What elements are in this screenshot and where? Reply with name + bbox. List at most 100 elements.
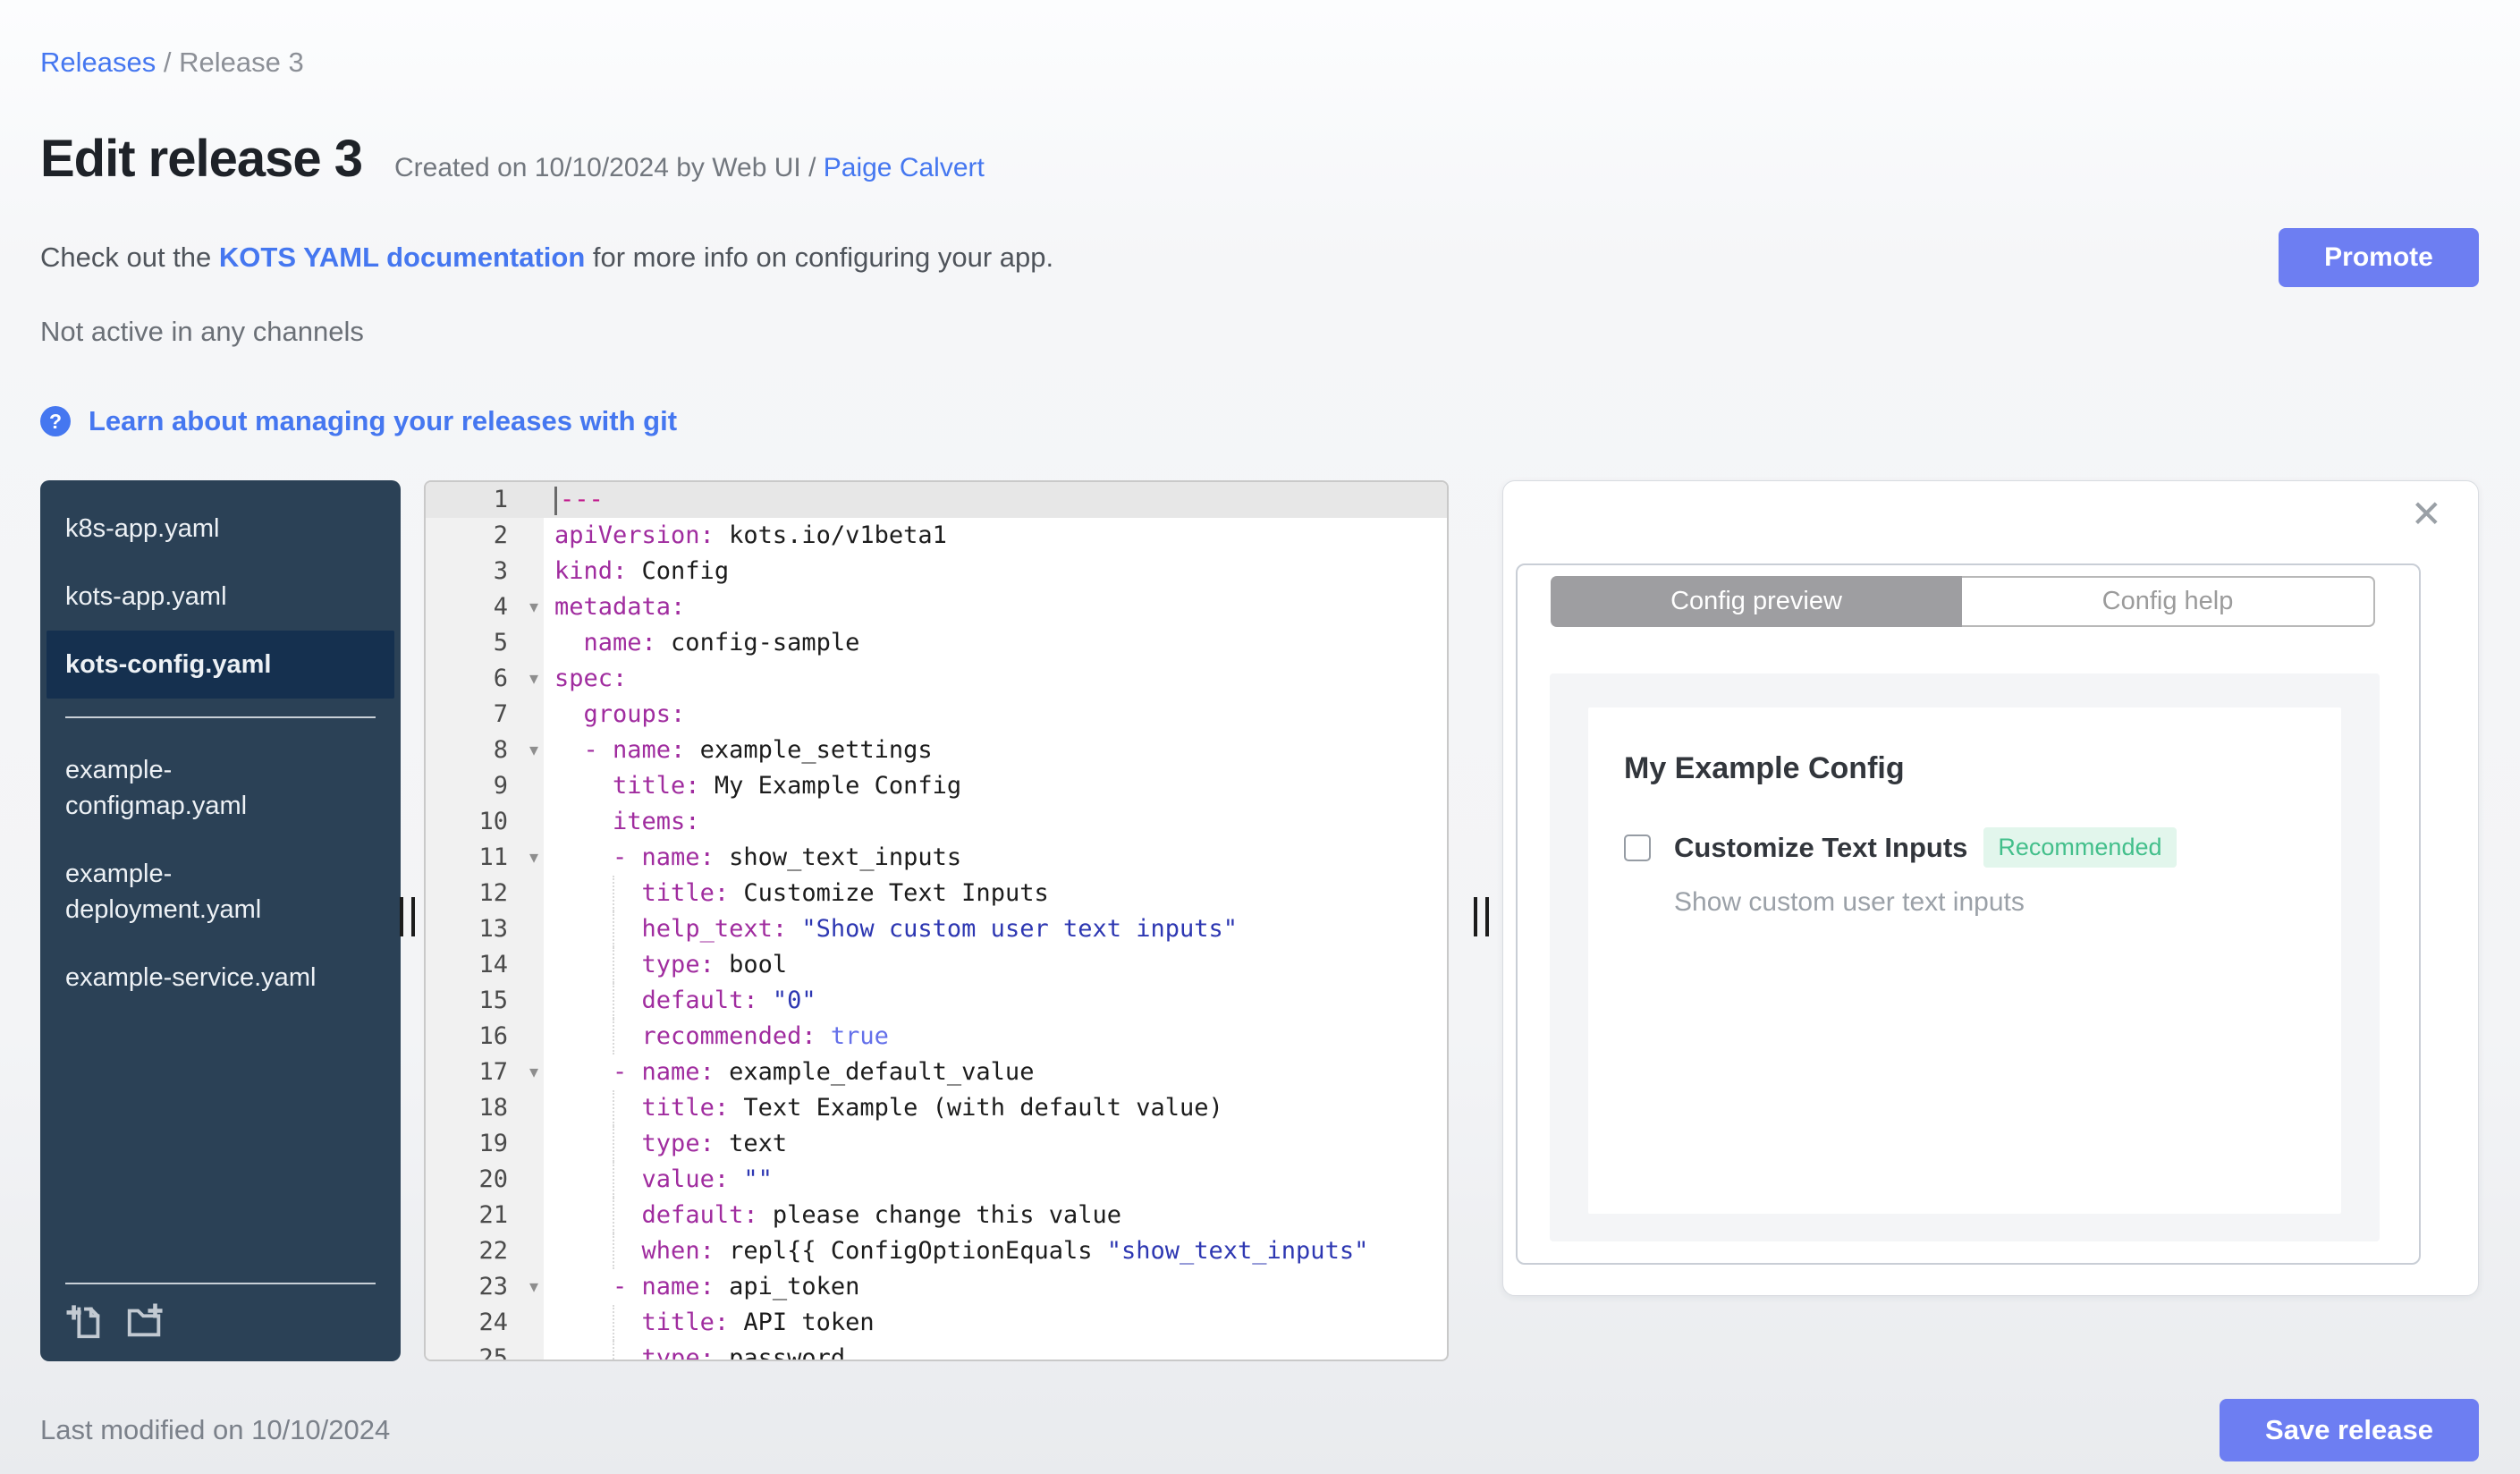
config-group-title: My Example Config: [1624, 751, 1905, 785]
new-folder-button[interactable]: [124, 1300, 165, 1342]
question-mark-icon: ?: [40, 406, 71, 436]
code-line-24[interactable]: 24 title: API token: [426, 1305, 1447, 1341]
code-text: value: "": [544, 1162, 1447, 1198]
kots-yaml-doc-link[interactable]: KOTS YAML documentation: [219, 241, 585, 273]
chevron-down-icon[interactable]: ▾: [529, 733, 538, 768]
sidebar-file-example-deployment-yaml[interactable]: example- deployment.yaml: [40, 840, 401, 944]
workspace: k8s-app.yaml kots-app.yaml kots-config.yam…: [40, 480, 2479, 1361]
line-number: 1: [426, 482, 544, 518]
code-text: default: "0": [544, 983, 1447, 1019]
code-line-19[interactable]: 19 type: text: [426, 1126, 1447, 1162]
chevron-down-icon[interactable]: ▾: [529, 1055, 538, 1090]
code-line-4[interactable]: 4 ▾ metadata:: [426, 589, 1447, 625]
sidebar-file-kots-app-yaml[interactable]: kots-app.yaml: [40, 563, 401, 631]
code-editor[interactable]: 1 --- 2 apiVersion: kots.io/v1beta1 3 kind: C…: [424, 480, 1449, 1361]
customize-text-inputs-checkbox[interactable]: [1624, 834, 1651, 861]
line-number: 15: [426, 983, 544, 1019]
config-panel-inner: Config preview Config help My Example Co…: [1516, 563, 2421, 1265]
config-preview-card: My Example Config Customize Text Inputs …: [1588, 707, 2341, 1214]
chevron-down-icon[interactable]: ▾: [529, 589, 538, 625]
code-line-13[interactable]: 13 help_text: "Show custom user text inp…: [426, 911, 1447, 947]
save-release-button[interactable]: Save release: [2220, 1399, 2479, 1461]
code-line-8[interactable]: 8 ▾ - name: example_settings: [426, 733, 1447, 768]
resize-handle-left[interactable]: [400, 897, 415, 936]
tab-config-help[interactable]: Config help: [1962, 576, 2375, 627]
code-text: ---: [544, 482, 1447, 518]
line-number: 4 ▾: [426, 589, 544, 625]
line-number: 23 ▾: [426, 1269, 544, 1305]
code-text: groups:: [583, 700, 686, 728]
last-modified-text: Last modified on 10/10/2024: [40, 1414, 391, 1445]
code-line-23[interactable]: 23 ▾ - name: api_token: [426, 1269, 1447, 1305]
breadcrumb-separator: /: [156, 47, 180, 78]
config-panel: ✕ Config preview Config help My Example …: [1502, 480, 2479, 1296]
chevron-down-icon[interactable]: ▾: [529, 1269, 538, 1305]
sidebar-file-example-service-yaml[interactable]: example-service.yaml: [40, 944, 401, 1012]
code-line-3[interactable]: 3 kind: Config: [426, 554, 1447, 589]
line-number: 21: [426, 1198, 544, 1233]
author-link[interactable]: Paige Calvert: [824, 153, 985, 182]
line-number: 5: [426, 625, 544, 661]
code-line-17[interactable]: 17 ▾ - name: example_default_value: [426, 1055, 1447, 1090]
text-cursor: [554, 486, 557, 515]
sidebar-file-k8s-app-yaml[interactable]: k8s-app.yaml: [40, 495, 401, 563]
code-text: spec:: [554, 665, 628, 692]
sidebar-file-kots-config-yaml[interactable]: kots-config.yaml: [47, 631, 394, 699]
code-text: name: config-sample: [583, 629, 860, 657]
code-text: items:: [613, 808, 700, 835]
chevron-down-icon[interactable]: ▾: [529, 840, 538, 876]
code-line-2[interactable]: 2 apiVersion: kots.io/v1beta1: [426, 518, 1447, 554]
recommended-badge: Recommended: [1983, 827, 2177, 868]
code-line-9[interactable]: 9 title: My Example Config: [426, 768, 1447, 804]
code-line-5[interactable]: 5 name: config-sample: [426, 625, 1447, 661]
doc-prefix: Check out the: [40, 241, 219, 273]
code-line-18[interactable]: 18 title: Text Example (with default val…: [426, 1090, 1447, 1126]
code-line-6[interactable]: 6 ▾ spec:: [426, 661, 1447, 697]
code-text: help_text: "Show custom user text inputs…: [544, 911, 1447, 947]
git-row: ? Learn about managing your releases wit…: [40, 405, 2479, 437]
code-line-14[interactable]: 14 type: bool: [426, 947, 1447, 983]
line-number: 6 ▾: [426, 661, 544, 697]
code-line-12[interactable]: 12 title: Customize Text Inputs: [426, 876, 1447, 911]
git-releases-link[interactable]: Learn about managing your releases with …: [89, 405, 677, 437]
code-text: kind: Config: [554, 557, 730, 585]
code-line-25[interactable]: 25 type: password: [426, 1341, 1447, 1360]
tab-config-preview[interactable]: Config preview: [1551, 576, 1962, 627]
sidebar-footer: [65, 1283, 376, 1361]
code-line-20[interactable]: 20 value: "": [426, 1162, 1447, 1198]
code-text: default: please change this value: [544, 1198, 1447, 1233]
new-file-button[interactable]: [65, 1300, 106, 1342]
code-line-7[interactable]: 7 groups:: [426, 697, 1447, 733]
close-icon: ✕: [2410, 493, 2442, 535]
breadcrumb-current: Release 3: [179, 47, 304, 78]
code-line-1[interactable]: 1 ---: [426, 482, 1447, 518]
code-text: - name: example_default_value: [613, 1058, 1035, 1086]
code-text: when: repl{{ ConfigOptionEquals "show_te…: [544, 1233, 1447, 1269]
channels-status: Not active in any channels: [40, 316, 364, 347]
close-panel-button[interactable]: ✕: [2411, 496, 2442, 533]
code-text: title: Customize Text Inputs: [544, 876, 1447, 911]
line-number: 12: [426, 876, 544, 911]
code-line-11[interactable]: 11 ▾ - name: show_text_inputs: [426, 840, 1447, 876]
breadcrumb-releases-link[interactable]: Releases: [40, 47, 156, 78]
code-line-10[interactable]: 10 items:: [426, 804, 1447, 840]
code-line-16[interactable]: 16 recommended: true: [426, 1019, 1447, 1055]
code-line-21[interactable]: 21 default: please change this value: [426, 1198, 1447, 1233]
code-line-22[interactable]: 22 when: repl{{ ConfigOptionEquals "show…: [426, 1233, 1447, 1269]
promote-button[interactable]: Promote: [2279, 228, 2479, 287]
resize-handle-right[interactable]: [1474, 897, 1489, 936]
chevron-down-icon[interactable]: ▾: [529, 661, 538, 697]
code-line-15[interactable]: 15 default: "0": [426, 983, 1447, 1019]
code-text: metadata:: [554, 593, 686, 621]
line-number: 24: [426, 1305, 544, 1341]
line-number: 17 ▾: [426, 1055, 544, 1090]
code-text: type: password: [544, 1341, 1447, 1360]
line-number: 7: [426, 697, 544, 733]
sidebar-divider: [65, 716, 376, 718]
line-number: 10: [426, 804, 544, 840]
file-list: k8s-app.yaml kots-app.yaml kots-config.yam…: [40, 495, 401, 1012]
line-number: 18: [426, 1090, 544, 1126]
line-number: 9: [426, 768, 544, 804]
sidebar-file-example-configmap-yaml[interactable]: example- configmap.yaml: [40, 736, 401, 840]
title-row: Edit release 3 Created on 10/10/2024 by …: [40, 129, 2479, 189]
